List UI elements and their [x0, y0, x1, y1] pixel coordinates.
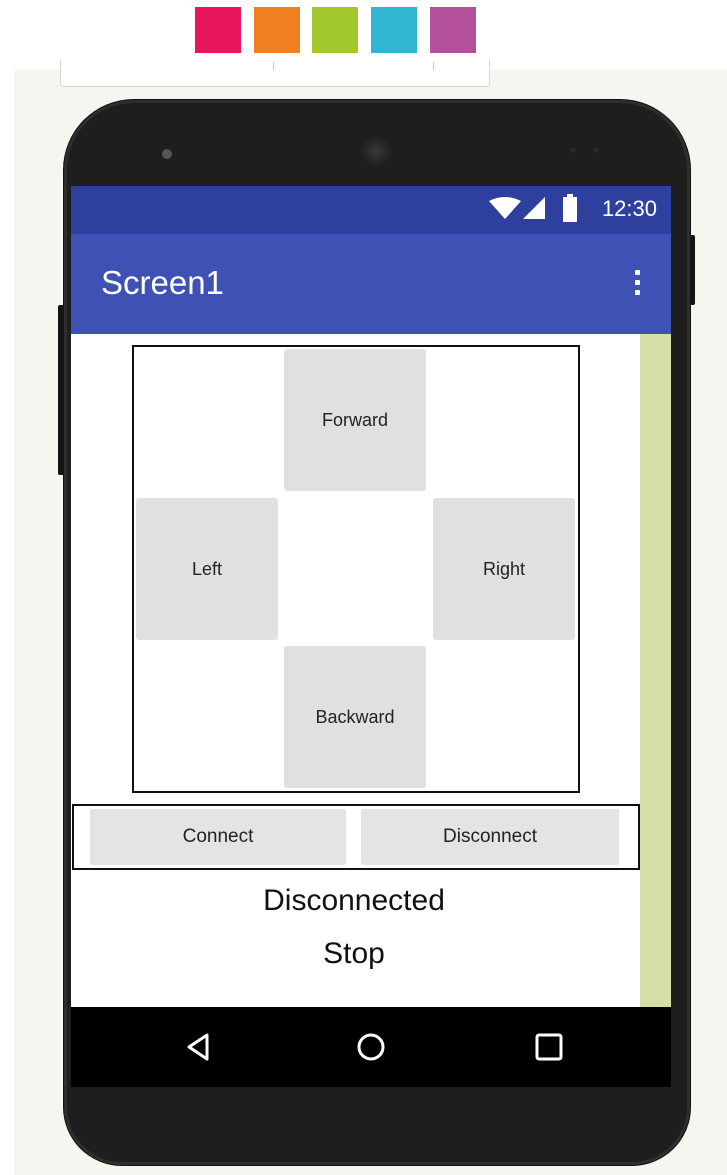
left-button[interactable]: Left	[136, 498, 278, 640]
color-palette	[195, 7, 477, 53]
connection-arrangement: Connect Disconnect	[72, 804, 640, 870]
navigation-bar	[71, 1007, 671, 1087]
battery-icon	[563, 194, 577, 222]
phone-side-button	[58, 305, 64, 475]
palette-swatch[interactable]	[195, 7, 241, 53]
app-bar: Screen1	[71, 234, 671, 334]
back-icon[interactable]	[181, 1029, 217, 1065]
home-icon[interactable]	[353, 1029, 389, 1065]
sensor-icon	[593, 147, 599, 153]
forward-button[interactable]: Forward	[284, 349, 426, 491]
disconnect-button[interactable]: Disconnect	[361, 809, 619, 865]
earpiece-speaker-icon	[362, 137, 390, 165]
palette-swatch[interactable]	[371, 7, 417, 53]
movement-status-label: Stop	[323, 937, 385, 970]
wifi-icon	[489, 197, 521, 219]
palette-swatch[interactable]	[312, 7, 358, 53]
front-camera-icon	[162, 149, 172, 159]
recents-icon[interactable]	[531, 1029, 567, 1065]
overflow-menu-icon[interactable]	[635, 270, 641, 296]
palette-swatch[interactable]	[254, 7, 300, 53]
toolbar-card	[60, 60, 490, 87]
phone-screen: 12:30 Screen1 Forward Left Right Backwar…	[71, 186, 671, 1007]
sensor-icon	[570, 147, 576, 153]
connection-status-label: Disconnected	[263, 884, 445, 917]
right-button[interactable]: Right	[433, 498, 575, 640]
palette-swatch[interactable]	[430, 7, 476, 53]
status-time: 12:30	[601, 196, 657, 221]
signal-icon	[523, 197, 545, 219]
page-title: Screen1	[101, 264, 224, 301]
scroll-strip	[640, 334, 671, 1007]
status-bar: 12:30	[71, 186, 671, 234]
phone-side-button	[690, 235, 695, 305]
direction-pad-arrangement: Forward Left Right Backward	[132, 345, 580, 793]
backward-button[interactable]: Backward	[284, 646, 426, 788]
connect-button[interactable]: Connect	[90, 809, 346, 865]
